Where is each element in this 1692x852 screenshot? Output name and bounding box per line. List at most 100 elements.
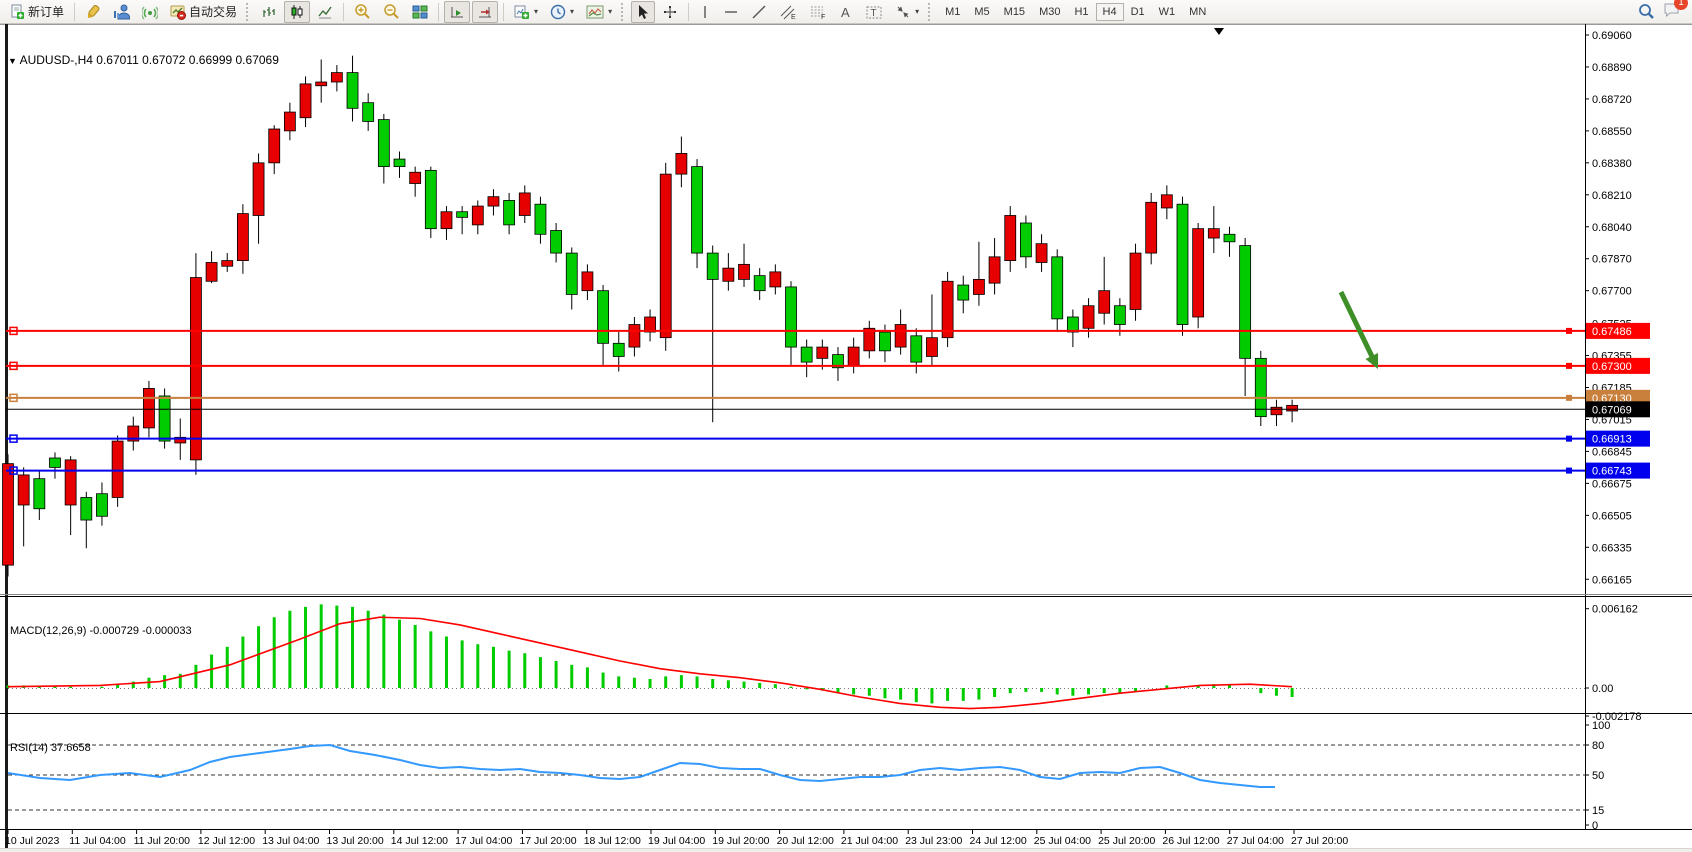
svg-text:25 Jul 20:00: 25 Jul 20:00 — [1098, 835, 1155, 847]
timeframe-M1[interactable]: M1 — [938, 3, 967, 21]
cursor-button[interactable] — [631, 1, 655, 23]
timeframe-M5[interactable]: M5 — [967, 3, 996, 21]
svg-text:13 Jul 04:00: 13 Jul 04:00 — [262, 835, 319, 847]
timeframe-MN[interactable]: MN — [1182, 3, 1213, 21]
arrows-button[interactable]: ▾ — [890, 1, 924, 23]
autotrading-label: 自动交易 — [189, 3, 237, 20]
chart-canvas[interactable]: 0.690600.688900.687200.685500.683800.682… — [0, 24, 1692, 852]
horizontal-line-button[interactable] — [718, 1, 744, 23]
chart-shift-button[interactable] — [472, 1, 498, 23]
timeframe-D1[interactable]: D1 — [1124, 3, 1152, 21]
svg-text:0: 0 — [1592, 820, 1598, 832]
notifications-button[interactable]: 1 — [1663, 2, 1680, 22]
indicators-dropdown-arrow: ▾ — [534, 7, 538, 16]
signals-button[interactable] — [137, 1, 163, 23]
timeframe-H4[interactable]: H4 — [1096, 3, 1124, 21]
svg-text:18 Jul 12:00: 18 Jul 12:00 — [584, 835, 641, 847]
svg-text:0.66743: 0.66743 — [1592, 466, 1632, 478]
notification-badge: 1 — [1674, 0, 1688, 10]
zoom-in-icon — [354, 3, 371, 20]
bar-chart-icon — [261, 4, 277, 20]
svg-text:10 Jul 2023: 10 Jul 2023 — [5, 835, 59, 847]
candlestick-icon — [289, 4, 305, 20]
svg-text:50: 50 — [1592, 770, 1604, 782]
market-watch-button[interactable] — [108, 1, 135, 23]
chart-window[interactable]: 0.690600.688900.687200.685500.683800.682… — [0, 24, 1692, 852]
search-icon[interactable] — [1638, 3, 1655, 20]
periods-dropdown-arrow: ▾ — [570, 7, 574, 16]
timeframe-M30[interactable]: M30 — [1032, 3, 1067, 21]
svg-text:0.68720: 0.68720 — [1592, 94, 1632, 106]
svg-text:0.68380: 0.68380 — [1592, 158, 1632, 170]
tile-windows-icon — [412, 4, 428, 20]
crosshair-button[interactable] — [657, 1, 683, 23]
svg-text:13 Jul 20:00: 13 Jul 20:00 — [327, 835, 384, 847]
chart-shift-icon — [477, 4, 493, 20]
channel-button[interactable]: E — [774, 1, 802, 23]
equidistant-channel-icon: E — [779, 4, 797, 20]
template-icon — [586, 5, 604, 19]
bar-chart-button[interactable] — [256, 1, 282, 23]
new-order-button[interactable]: 新订单 — [4, 1, 69, 23]
svg-text:0.67870: 0.67870 — [1592, 254, 1632, 266]
text-icon: A — [839, 4, 853, 20]
arrows-dropdown-arrow: ▾ — [915, 7, 919, 16]
zoom-out-button[interactable] — [378, 1, 405, 23]
svg-text:0.66505: 0.66505 — [1592, 510, 1632, 522]
rsi-indicator-label: RSI(14) 37.6658 — [10, 742, 91, 754]
svg-text:21 Jul 04:00: 21 Jul 04:00 — [841, 835, 898, 847]
svg-text:0.66845: 0.66845 — [1592, 446, 1632, 458]
svg-text:15: 15 — [1592, 805, 1604, 817]
timeframe-W1[interactable]: W1 — [1152, 3, 1183, 21]
timeframe-H1[interactable]: H1 — [1067, 3, 1095, 21]
svg-text:0.67069: 0.67069 — [1592, 404, 1632, 416]
svg-text:0.66675: 0.66675 — [1592, 478, 1632, 490]
person-chart-icon — [113, 4, 130, 20]
svg-text:26 Jul 12:00: 26 Jul 12:00 — [1162, 835, 1219, 847]
svg-text:0.66913: 0.66913 — [1592, 434, 1632, 446]
symbol-dropdown-arrow[interactable]: ▼ — [8, 56, 17, 66]
line-chart-button[interactable] — [312, 1, 338, 23]
svg-text:27 Jul 04:00: 27 Jul 04:00 — [1227, 835, 1284, 847]
templates-dropdown-arrow: ▾ — [608, 7, 612, 16]
autotrading-icon — [170, 4, 186, 20]
svg-text:17 Jul 20:00: 17 Jul 20:00 — [519, 835, 576, 847]
periods-button[interactable]: ▾ — [545, 1, 579, 23]
cursor-icon — [636, 4, 650, 20]
new-order-label: 新订单 — [28, 3, 64, 20]
metaeditor-button[interactable] — [80, 1, 106, 23]
svg-text:0.68550: 0.68550 — [1592, 126, 1632, 138]
trendline-icon — [751, 4, 767, 20]
window-bottom-strip — [0, 848, 1692, 852]
mt4-terminal: 新订单 自动交易 — [0, 0, 1692, 852]
candlestick-chart-button[interactable] — [284, 1, 310, 23]
svg-text:0.67486: 0.67486 — [1592, 326, 1632, 338]
svg-text:24 Jul 12:00: 24 Jul 12:00 — [970, 835, 1027, 847]
vertical-line-icon — [699, 4, 711, 20]
text-label-button[interactable]: T — [860, 1, 888, 23]
autotrading-button[interactable]: 自动交易 — [165, 1, 242, 23]
tile-windows-button[interactable] — [407, 1, 433, 23]
zoom-in-button[interactable] — [349, 1, 376, 23]
auto-scroll-button[interactable] — [444, 1, 470, 23]
svg-text:27 Jul 20:00: 27 Jul 20:00 — [1291, 835, 1348, 847]
vertical-line-button[interactable] — [694, 1, 716, 23]
indicators-button[interactable]: ▾ — [509, 1, 543, 23]
svg-text:0.66165: 0.66165 — [1592, 574, 1632, 586]
templates-button[interactable]: ▾ — [581, 1, 617, 23]
svg-text:11 Jul 04:00: 11 Jul 04:00 — [69, 835, 126, 847]
svg-text:0.68040: 0.68040 — [1592, 222, 1632, 234]
trendline-button[interactable] — [746, 1, 772, 23]
arrows-icon — [895, 4, 911, 20]
chart-title-overlay: ▼ AUDUSD-,H4 0.67011 0.67072 0.66999 0.6… — [8, 53, 279, 67]
svg-text:19 Jul 04:00: 19 Jul 04:00 — [648, 835, 705, 847]
svg-text:0.66335: 0.66335 — [1592, 542, 1632, 554]
timeframe-M15[interactable]: M15 — [997, 3, 1032, 21]
svg-text:0.68210: 0.68210 — [1592, 190, 1632, 202]
timeframe-group: M1M5M15M30H1H4D1W1MN — [938, 3, 1213, 21]
svg-text:A: A — [841, 5, 850, 20]
line-chart-icon — [317, 4, 333, 20]
text-button[interactable]: A — [834, 1, 858, 23]
fibonacci-button[interactable]: F — [804, 1, 832, 23]
svg-text:100: 100 — [1592, 720, 1610, 732]
